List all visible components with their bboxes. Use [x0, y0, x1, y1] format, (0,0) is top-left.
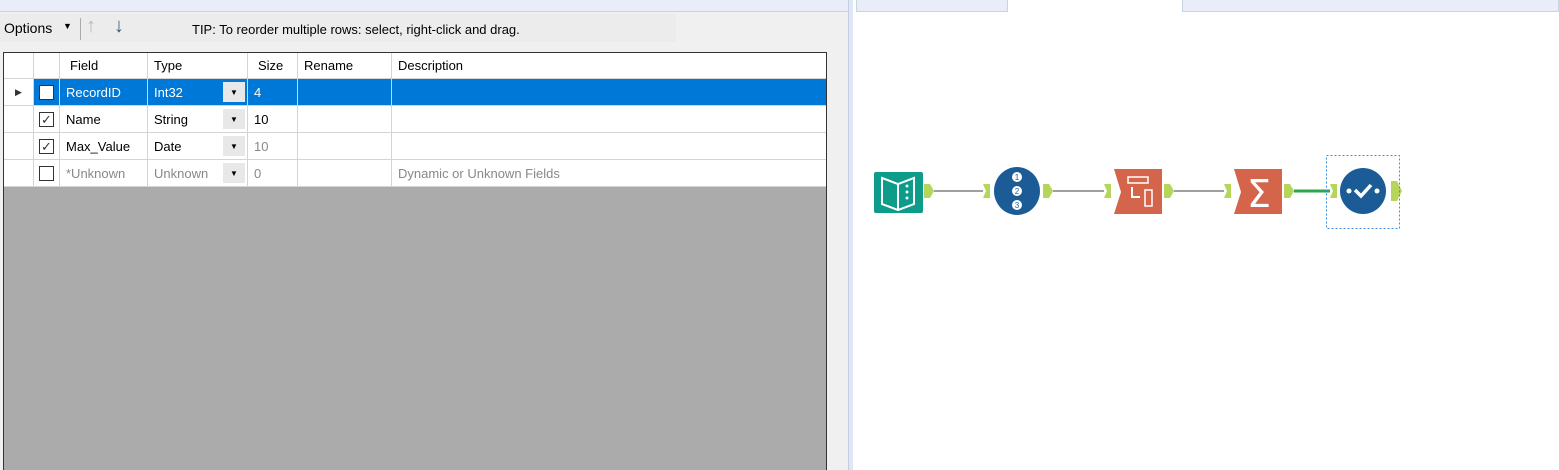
svg-text:3: 3 [1015, 201, 1020, 210]
select-tool[interactable] [1114, 169, 1162, 214]
record-id-tool[interactable]: 1 2 3 [994, 167, 1040, 215]
svg-text:Σ: Σ [1247, 172, 1271, 216]
svg-text:1: 1 [1015, 173, 1020, 182]
input-data-tool[interactable] [874, 172, 923, 213]
summarize-tool[interactable]: Σ [1234, 169, 1282, 216]
browse-tool[interactable] [1326, 155, 1400, 229]
svg-text:2: 2 [1015, 187, 1020, 196]
